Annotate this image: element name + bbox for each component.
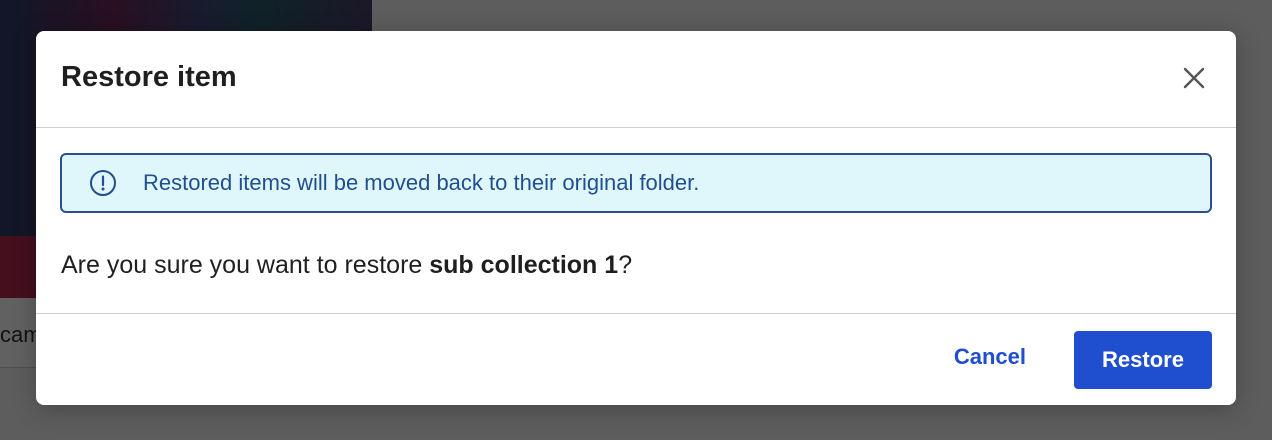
cancel-button[interactable]: Cancel [954,344,1026,370]
confirm-suffix: ? [618,251,633,279]
dialog-footer: Cancel Restore [36,314,1236,404]
confirm-message: Are you sure you want to restore sub col… [61,251,632,280]
dialog-header: Restore item [36,31,1236,128]
close-button[interactable] [1178,62,1210,94]
dialog-title: Restore item [61,61,237,93]
dialog-body: Restored items will be moved back to the… [36,128,1236,314]
info-icon [89,169,117,197]
item-name: sub collection 1 [429,251,619,279]
confirm-prefix: Are you sure you want to restore [61,251,430,279]
info-message: Restored items will be moved back to the… [143,170,700,195]
restore-button[interactable]: Restore [1074,331,1212,389]
close-icon [1183,67,1205,89]
info-banner: Restored items will be moved back to the… [60,153,1212,213]
restore-dialog: Restore item Restored items will be move… [36,31,1236,405]
